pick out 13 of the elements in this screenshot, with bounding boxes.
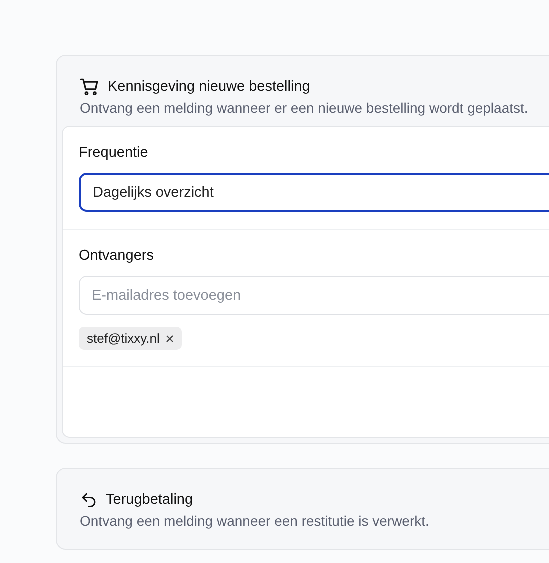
email-chip: stef@tixxy.nl	[79, 327, 182, 350]
email-input[interactable]: E-mailadres toevoegen	[79, 276, 549, 315]
card-title: Terugbetaling	[106, 492, 194, 508]
card-title: Kennisgeving nieuwe bestelling	[108, 79, 310, 95]
field-label: Ontvangers	[79, 248, 155, 264]
shopping-cart-icon	[80, 78, 100, 96]
undo-arrow-icon	[80, 491, 98, 509]
remove-button[interactable]	[166, 334, 174, 342]
frequency-select[interactable]: Dagelijks overzicht	[79, 173, 549, 212]
card-description: Ontvang een melding wanneer een restitutie is verwerkt.	[80, 513, 430, 529]
card-description: Ontvang een melding wanneer er een nieuwe bestelling wordt geplaatst.	[80, 100, 530, 116]
field-label: Frequentie	[79, 145, 150, 161]
close-icon	[166, 334, 174, 342]
